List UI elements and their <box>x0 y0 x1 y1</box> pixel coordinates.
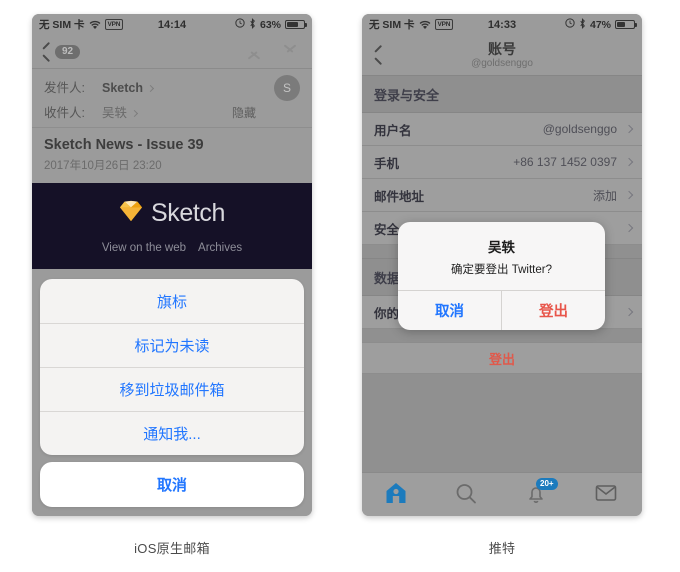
row-username[interactable]: 用户名 @goldsenggo <box>362 113 642 146</box>
search-icon[interactable] <box>454 482 480 508</box>
brand-name: Sketch <box>150 198 226 227</box>
action-mark-unread[interactable]: 标记为未读 <box>40 323 304 367</box>
content-filler <box>362 374 642 472</box>
status-bar-left: 无 SIM 卡 VPN 14:14 63% <box>32 14 312 35</box>
status-bar-right: 无 SIM 卡 VPN 14:33 47% <box>362 14 642 35</box>
mail-navbar: 92 <box>32 35 312 68</box>
alarm-icon <box>235 18 245 31</box>
notification-badge: 20+ <box>536 477 558 490</box>
chevron-right-icon <box>130 109 139 118</box>
bluetooth-icon <box>249 17 256 32</box>
alert-cancel-button[interactable]: 取消 <box>398 291 502 330</box>
chevron-left-icon[interactable] <box>40 44 49 60</box>
archives-link[interactable]: Archives <box>198 242 242 254</box>
page-title: 账号 <box>488 40 516 57</box>
action-move-to-junk[interactable]: 移到垃圾邮件箱 <box>40 367 304 411</box>
caption-right: 推特 <box>488 541 516 556</box>
row-label: 邮件地址 <box>374 189 425 204</box>
action-notify-me[interactable]: 通知我... <box>40 411 304 455</box>
email-banner: Sketch View on the web Archives <box>32 183 312 269</box>
logout-button[interactable]: 登出 <box>362 342 642 374</box>
action-sheet: 旗标 标记为未读 移到垃圾邮件箱 通知我... 取消 <box>40 279 304 507</box>
carrier-label: 无 SIM 卡 <box>369 19 415 31</box>
chevron-right-icon <box>146 84 155 93</box>
action-flag[interactable]: 旗标 <box>40 279 304 323</box>
home-icon[interactable] <box>384 482 410 508</box>
comparison-stage: 无 SIM 卡 VPN 14:14 63% 92 发件人: Sketch 收件人… <box>0 0 680 572</box>
action-sheet-cancel-button[interactable]: 取消 <box>40 462 304 507</box>
phone-mockup-ios-mail: 无 SIM 卡 VPN 14:14 63% 92 发件人: Sketch 收件人… <box>32 14 312 516</box>
message-header: 发件人: Sketch 收件人: 吴轶 隐藏 S <box>32 68 312 127</box>
logout-confirm-alert: 吴轶 确定要登出 Twitter? 取消 登出 <box>398 222 605 330</box>
alert-title: 吴轶 <box>488 240 515 255</box>
twitter-navbar: 账号 @goldsenggo <box>362 35 642 75</box>
vpn-indicator: VPN <box>104 19 124 30</box>
section-gap <box>362 329 642 342</box>
section-header-login-security: 登录与安全 <box>362 75 642 113</box>
to-label: 收件人: <box>44 106 85 120</box>
row-label: 手机 <box>374 156 400 171</box>
hide-details-button[interactable]: 隐藏 <box>232 104 256 121</box>
message-date: 2017年10月26日 23:20 <box>44 160 162 172</box>
to-value[interactable]: 吴轶 <box>102 102 127 121</box>
battery-icon <box>285 19 307 30</box>
page-subtitle: @goldsenggo <box>471 57 533 69</box>
mail-icon[interactable] <box>594 482 620 508</box>
sketch-diamond-icon <box>119 200 143 227</box>
row-phone[interactable]: 手机 +86 137 1452 0397 <box>362 146 642 179</box>
vpn-indicator: VPN <box>434 19 454 30</box>
alert-message: 确定要登出 Twitter? <box>451 264 552 276</box>
row-value: +86 137 1452 0397 <box>513 155 617 169</box>
row-value: @goldsenggo <box>542 122 617 136</box>
from-label: 发件人: <box>44 81 85 95</box>
chevron-right-icon <box>624 190 634 200</box>
chevron-up-icon[interactable] <box>246 47 262 59</box>
unread-count-badge[interactable]: 92 <box>55 44 81 59</box>
row-label: 安全 <box>374 222 400 237</box>
alert-confirm-logout-button[interactable]: 登出 <box>502 291 605 330</box>
message-subject: Sketch News - Issue 39 <box>44 137 204 153</box>
message-from-row: 发件人: Sketch <box>44 77 300 96</box>
tab-bar: 20+ <box>362 472 642 516</box>
battery-percent-label: 63% <box>259 18 281 31</box>
subject-block: Sketch News - Issue 39 2017年10月26日 23:20 <box>32 127 312 183</box>
phone-mockup-twitter: 无 SIM 卡 VPN 14:33 47% 账号 @goldsenggo 登录与… <box>362 14 642 516</box>
chevron-right-icon <box>624 157 634 167</box>
message-to-row: 收件人: 吴轶 隐藏 <box>44 102 300 121</box>
view-on-web-link[interactable]: View on the web <box>102 242 186 254</box>
from-value[interactable]: Sketch <box>102 81 143 95</box>
row-label: 用户名 <box>374 123 412 138</box>
row-value: 添加 <box>592 188 617 203</box>
caption-left: iOS原生邮箱 <box>134 541 210 556</box>
chevron-right-icon <box>624 223 634 233</box>
row-email[interactable]: 邮件地址 添加 <box>362 179 642 212</box>
wifi-icon <box>89 20 101 30</box>
action-sheet-group: 旗标 标记为未读 移到垃圾邮件箱 通知我... <box>40 279 304 455</box>
wifi-icon <box>419 20 431 30</box>
chevron-right-icon <box>624 124 634 134</box>
chevron-down-icon[interactable] <box>282 43 298 57</box>
avatar[interactable]: S <box>274 75 300 101</box>
banner-links: View on the web Archives <box>102 242 242 254</box>
alarm-icon <box>565 18 575 31</box>
bluetooth-icon <box>579 17 586 32</box>
chevron-right-icon <box>624 307 634 317</box>
bell-icon[interactable]: 20+ <box>524 477 558 508</box>
carrier-label: 无 SIM 卡 <box>39 19 85 31</box>
battery-percent-label: 47% <box>589 18 611 31</box>
battery-icon <box>615 19 637 30</box>
